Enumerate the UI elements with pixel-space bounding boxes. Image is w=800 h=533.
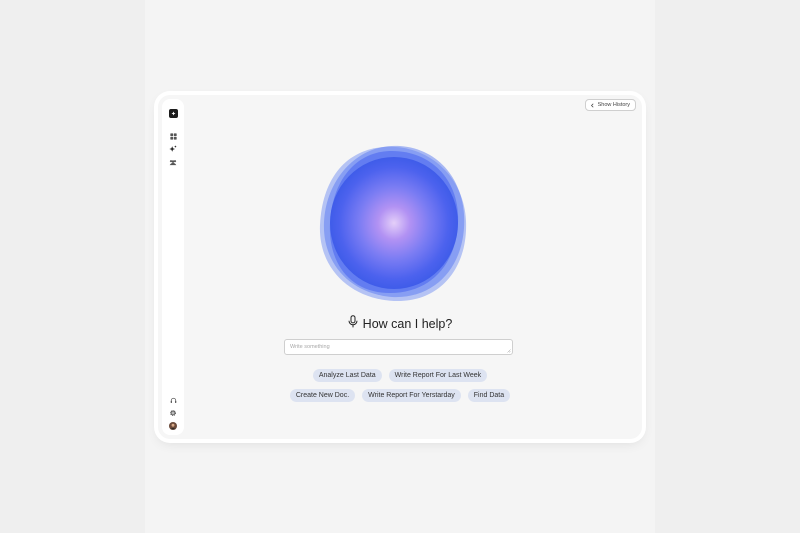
page-title: How can I help?: [362, 317, 453, 331]
user-menu[interactable]: [162, 419, 184, 433]
sidebar-item-ai[interactable]: [162, 142, 184, 156]
suggestions-row-1: Analyze Last Data Write Report For Last …: [158, 369, 642, 382]
suggestion-chip[interactable]: Find Data: [467, 389, 511, 402]
gear-icon: [170, 410, 176, 416]
logo-icon[interactable]: [169, 109, 178, 118]
assistant-heading: How can I help?: [158, 315, 642, 333]
grid-icon: [169, 132, 177, 140]
people-icon: [169, 159, 177, 165]
avatar: [169, 422, 177, 430]
assistant-orb: [314, 143, 474, 305]
settings-button[interactable]: [162, 406, 184, 420]
suggestion-chip[interactable]: Create New Doc.: [289, 389, 356, 402]
sidebar-item-dashboard[interactable]: [162, 129, 184, 143]
resize-handle-icon[interactable]: [507, 349, 511, 353]
suggestions-row-2: Create New Doc. Write Report For Yerstar…: [158, 389, 642, 402]
show-history-label: Show History: [597, 102, 630, 108]
suggestion-chip[interactable]: Analyze Last Data: [312, 369, 382, 382]
microphone-icon[interactable]: [348, 315, 358, 333]
suggestion-chip[interactable]: Write Report For Last Week: [388, 369, 488, 382]
suggestion-chip[interactable]: Write Report For Yerstarday: [362, 389, 461, 402]
sparkle-icon: [169, 145, 177, 152]
app-window: Show History How can I help? Write somet…: [158, 95, 642, 439]
sidebar: [162, 99, 184, 435]
show-history-button[interactable]: Show History: [584, 99, 636, 111]
prompt-input[interactable]: [284, 339, 513, 355]
sidebar-item-team[interactable]: [162, 155, 184, 169]
chevron-left-icon: [590, 102, 594, 108]
